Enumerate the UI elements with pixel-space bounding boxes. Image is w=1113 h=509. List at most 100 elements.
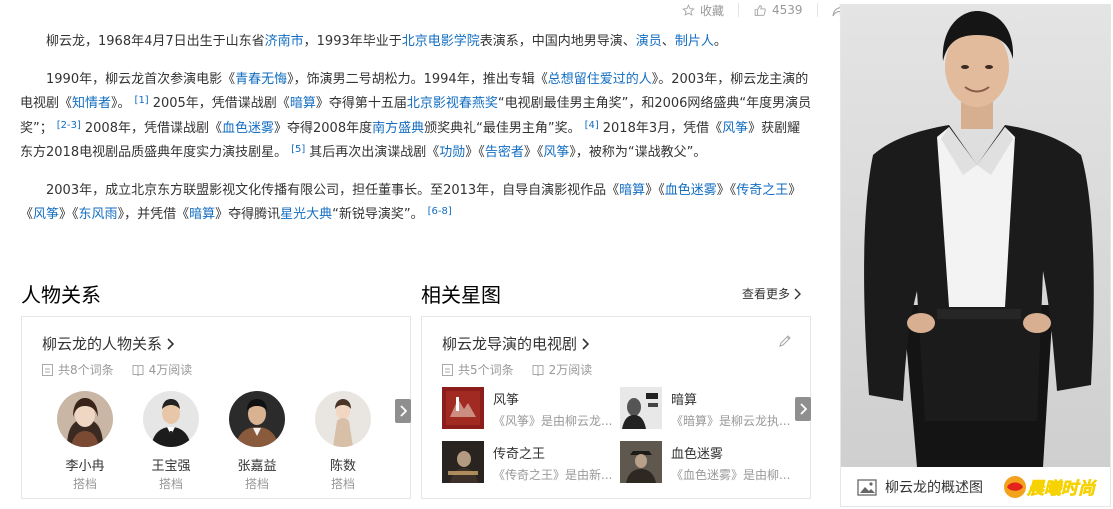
reference-mark[interactable]: [4] [581, 120, 603, 131]
star-icon [682, 3, 695, 16]
person-card[interactable]: 李小冉 搭档 [50, 391, 120, 492]
link-fengzheng-2[interactable]: 风筝 [543, 145, 569, 160]
link-xuese-miwu-2[interactable]: 血色迷雾 [665, 183, 717, 198]
link-dongfengyu[interactable]: 东风雨 [79, 207, 118, 222]
drama-name: 血色迷雾 [671, 447, 724, 462]
relations-card-title[interactable]: 柳云龙的人物关系 [42, 333, 175, 354]
book-icon [132, 364, 144, 376]
relations-card: 柳云龙的人物关系 共8个词条 4万阅读 李小冉 搭档 王宝强 搭档 张嘉益 搭档 [21, 316, 411, 499]
stars-meta: 共5个词条 2万阅读 [442, 361, 610, 378]
drama-desc: 《血色迷雾》是由柳... [671, 468, 791, 482]
chevron-right-icon [800, 403, 807, 415]
chevron-right-icon [582, 337, 590, 350]
link-jinan[interactable]: 济南市 [265, 34, 304, 49]
drama-poster [442, 387, 484, 429]
person-name: 李小冉 [65, 459, 105, 474]
stars-entries-count: 共5个词条 [458, 363, 514, 377]
portrait-photo[interactable] [841, 5, 1110, 467]
reference-mark[interactable]: [2-3] [53, 120, 85, 131]
avatar [315, 391, 371, 447]
thumb-up-icon [754, 4, 766, 16]
link-actor[interactable]: 演员 [636, 34, 662, 49]
person-card[interactable]: 陈数 搭档 [308, 391, 378, 492]
person-role: 搭档 [330, 477, 355, 491]
link-ansuan-3[interactable]: 暗算 [189, 207, 215, 222]
avatar [143, 391, 199, 447]
link-fengzheng[interactable]: 风筝 [722, 121, 748, 136]
stars-card: 柳云龙导演的电视剧 共5个词条 2万阅读 风筝 《风筝》是由柳云龙... 暗算 … [421, 316, 811, 499]
reference-mark[interactable]: [5] [287, 144, 309, 155]
link-fengzheng-3[interactable]: 风筝 [33, 207, 59, 222]
reference-mark[interactable]: [1] [131, 95, 153, 106]
edit-button[interactable] [778, 333, 792, 352]
pencil-icon [779, 335, 791, 347]
drama-name: 风筝 [493, 393, 520, 408]
caption-text: 柳云龙的概述图 [885, 480, 983, 496]
summary-image-caption[interactable]: 柳云龙的概述图 [857, 477, 983, 497]
drama-name: 暗算 [671, 393, 698, 408]
book-icon [532, 364, 544, 376]
link-gaomizhe[interactable]: 告密者 [485, 145, 524, 160]
link-qingchun-wuhui[interactable]: 青春无悔 [235, 72, 287, 87]
link-chuanqi-zhiwang[interactable]: 传奇之王 [736, 183, 788, 198]
like-count: 4539 [772, 3, 803, 17]
watermark-logo: 晨曦时尚 [1001, 471, 1109, 503]
person-card[interactable]: 王宝强 搭档 [136, 391, 206, 492]
link-ansuan-2[interactable]: 暗算 [619, 183, 645, 198]
toolbar-divider [738, 3, 740, 17]
drama-desc: 《暗算》是柳云龙执... [671, 414, 791, 428]
link-nanfang-shengdian[interactable]: 南方盛典 [372, 121, 424, 136]
avatar [229, 391, 285, 447]
link-ansuan[interactable]: 暗算 [290, 96, 316, 111]
stars-card-title[interactable]: 柳云龙导演的电视剧 [442, 333, 590, 354]
link-xingguang-dadian[interactable]: 星光大典 [280, 207, 332, 222]
summary-paragraph-2: 1990年，柳云龙首次参演电影《青春无悔》，饰演男二号胡松力。1994年，推出专… [20, 71, 812, 161]
drama-poster [442, 441, 484, 483]
summary-text: 柳云龙，1968年4月7日出生于山东省济南市，1993年毕业于北京电影学院表演系… [20, 30, 812, 241]
stars-heading: 相关星图 [421, 283, 501, 307]
toolbar-divider [816, 3, 818, 17]
summary-paragraph-3: 2003年，成立北京东方联盟影视文化传播有限公司，担任董事长。至2013年，自导… [20, 182, 802, 223]
drama-poster [620, 387, 662, 429]
relations-entries-count: 共8个词条 [58, 363, 114, 377]
article-toolbar: 收藏 4539 38 [668, 0, 867, 20]
reference-mark[interactable]: [6-8] [424, 206, 456, 217]
drama-item[interactable]: 血色迷雾 《血色迷雾》是由柳... [620, 441, 795, 483]
chevron-right-icon [794, 288, 802, 299]
drama-item[interactable]: 暗算 《暗算》是柳云龙执... [620, 387, 795, 429]
person-role: 搭档 [72, 477, 97, 491]
chevron-right-icon [167, 337, 175, 350]
drama-name: 传奇之王 [493, 447, 546, 462]
link-zhiqingzhe[interactable]: 知情者 [72, 96, 111, 111]
drama-item[interactable]: 传奇之王 《传奇之王》是由新... [442, 441, 617, 483]
drama-desc: 《传奇之王》是由新... [493, 468, 613, 482]
drama-item[interactable]: 风筝 《风筝》是由柳云龙... [442, 387, 617, 429]
person-name: 王宝强 [151, 459, 191, 474]
drama-poster [620, 441, 662, 483]
person-card[interactable]: 张嘉益 搭档 [222, 391, 292, 492]
avatar [57, 391, 113, 447]
link-xuese-miwu[interactable]: 血色迷雾 [222, 121, 274, 136]
chevron-right-icon [400, 405, 407, 417]
link-bfa[interactable]: 北京电影学院 [402, 34, 480, 49]
link-producer[interactable]: 制片人 [675, 34, 714, 49]
link-chunyan-award[interactable]: 北京影视春燕奖 [407, 96, 498, 111]
see-more-label: 查看更多 [742, 287, 791, 301]
summary-image-panel[interactable]: 柳云龙的概述图 晨曦时尚 [840, 4, 1111, 507]
stars-views: 2万阅读 [548, 363, 593, 377]
favorite-button[interactable]: 收藏 [682, 2, 724, 19]
document-icon [442, 363, 453, 376]
svg-text:晨曦时尚: 晨曦时尚 [1026, 479, 1097, 499]
link-gongxun[interactable]: 功勋 [439, 145, 465, 160]
stars-next-button[interactable] [795, 397, 811, 421]
summary-paragraph-1: 柳云龙，1968年4月7日出生于山东省济南市，1993年毕业于北京电影学院表演系… [46, 34, 727, 49]
person-role: 搭档 [244, 477, 269, 491]
relations-heading: 人物关系 [21, 283, 101, 307]
link-album[interactable]: 总想留住爱过的人 [548, 72, 652, 87]
like-button[interactable]: 4539 [753, 3, 803, 17]
relations-views: 4万阅读 [148, 363, 193, 377]
see-more-link[interactable]: 查看更多 [742, 285, 802, 302]
person-name: 陈数 [329, 459, 356, 474]
relations-next-button[interactable] [395, 399, 411, 423]
drama-desc: 《风筝》是由柳云龙... [493, 414, 613, 428]
